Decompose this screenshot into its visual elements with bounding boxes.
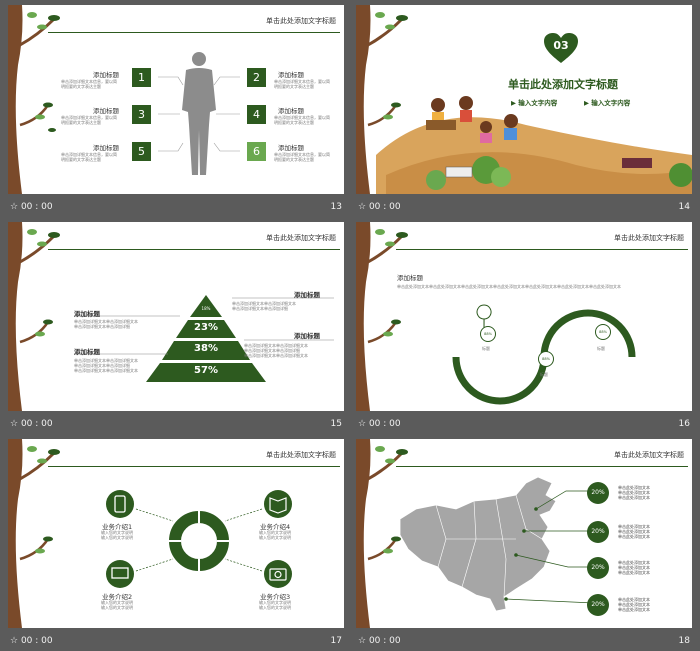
slide-number: 16 (678, 419, 690, 429)
slide-18[interactable]: 单击此处添加文字标题 20% 20% 20% 20% 单击此处添加文本 单击此处添… (356, 439, 692, 628)
footer-time: ☆ 00 : 00 (10, 202, 53, 212)
pin-label: 标题 (540, 372, 548, 377)
pyramid-desc: 单击添加详细文本单击添加详细文本 单击添加详细文本单击添加详细 单击添加详细文本单击… (244, 343, 308, 358)
pyramid-desc: 单击添加详细文本单击添加详细文本 单击添加详细文本单击添加详细 (232, 301, 296, 311)
number-box: 5 (132, 142, 151, 161)
pin-label: 标题 (482, 346, 490, 351)
pyramid-pct: 38% (194, 343, 218, 354)
pin-marker: 88% (538, 351, 554, 367)
slide-footer: ☆ 00 : 00 15 (8, 414, 344, 434)
slide-number: 17 (330, 636, 342, 646)
map-desc: 单击此处添加文本 单击此处添加文本 单击此处添加文本 (618, 485, 650, 500)
slide-14[interactable]: 03 单击此处添加文字标题 ▶ 输入文字内容 ▶ 输入文字内容 (356, 5, 692, 194)
star-icon: ☆ (358, 419, 367, 429)
pct-circle: 20% (587, 594, 609, 616)
slide-number: 13 (330, 202, 342, 212)
number-box: 3 (132, 105, 151, 124)
map-desc: 单击此处添加文本 单击此处添加文本 单击此处添加文本 (618, 524, 650, 539)
pyramid-desc: 单击添加详细文本单击添加详细文本 单击添加详细文本单击添加详细 (74, 319, 138, 329)
pct-circle: 20% (587, 482, 609, 504)
footer-time: ☆ 00 : 00 (10, 636, 53, 646)
pyramid-pct: 57% (194, 365, 218, 376)
businessman-silhouette (182, 52, 216, 175)
pyramid-label: 添加标题 (74, 310, 100, 318)
slide-footer: ☆ 00 : 00 13 (8, 197, 344, 217)
slide-number: 18 (678, 636, 690, 646)
number-box: 1 (132, 68, 151, 87)
wave-diagram (452, 304, 636, 405)
footer-time: ☆ 00 : 00 (358, 636, 401, 646)
footer-time: ☆ 00 : 00 (10, 419, 53, 429)
pyramid-desc: 单击添加详细文本单击添加详细文本 单击添加详细文本单击添加详细 单击添加详细文本单击… (74, 358, 138, 373)
pyramid-pct: 23% (194, 322, 218, 333)
section-number: 03 (553, 39, 569, 52)
pyramid-label: 添加标题 (294, 291, 320, 299)
subtitle-1: ▶ 输入文字内容 (511, 99, 558, 107)
slide-17[interactable]: 单击此处添加文字标题 业务介绍1 输入您的文字说明 输入您的文字说明 业务介绍2 … (8, 439, 344, 628)
star-icon: ☆ (358, 636, 367, 646)
slide-15[interactable]: 单击此处添加文字标题 18% 23% 38% 57% 添加标题 单击添加详细文本… (8, 222, 344, 411)
star-icon: ☆ (10, 636, 19, 646)
connector-lines (158, 76, 240, 152)
number-box: 2 (247, 68, 266, 87)
pin-marker: 88% (595, 324, 611, 340)
star-icon: ☆ (358, 202, 367, 212)
pin-marker: 88% (480, 326, 496, 342)
pyramid-chart (74, 295, 334, 382)
number-box: 6 (247, 142, 266, 161)
pct-circle: 20% (587, 557, 609, 579)
slide-footer: ☆ 00 : 00 14 (356, 197, 692, 217)
star-icon: ☆ (10, 419, 19, 429)
triangle-right-icon: ▶ (584, 99, 589, 107)
footer-time: ☆ 00 : 00 (358, 419, 401, 429)
biz-desc: 输入您的文字说明 输入您的文字说明 (259, 600, 291, 610)
slide-title: 单击此处添加文字标题 (508, 78, 618, 91)
subtitle-2: ▶ 输入文字内容 (584, 99, 631, 107)
pct-circle: 20% (587, 521, 609, 543)
map-desc: 单击此处添加文本 单击此处添加文本 单击此处添加文本 (618, 560, 650, 575)
slide-footer: ☆ 00 : 00 18 (356, 631, 692, 651)
biz-desc: 输入您的文字说明 输入您的文字说明 (259, 530, 291, 540)
slide-footer: ☆ 00 : 00 17 (8, 631, 344, 651)
ring-diagram (106, 490, 292, 588)
pin-label: 标题 (597, 346, 605, 351)
slide-13[interactable]: 单击此处添加文字标题 添加标题 单击添加详细文本信息，要以简 明扼要的文字表达主题… (8, 5, 344, 194)
slide-number: 15 (330, 419, 342, 429)
pyramid-label: 添加标题 (74, 348, 100, 356)
biz-desc: 输入您的文字说明 输入您的文字说明 (101, 600, 133, 610)
biz-desc: 输入您的文字说明 输入您的文字说明 (101, 530, 133, 540)
number-box: 4 (247, 105, 266, 124)
pyramid-pct: 18% (201, 306, 211, 311)
footer-time: ☆ 00 : 00 (358, 202, 401, 212)
slide-16[interactable]: 单击此处添加文字标题 添加标题 单击此处添加文本单击此处添加文本单击此处添加文本… (356, 222, 692, 411)
pyramid-label: 添加标题 (294, 332, 320, 340)
slide-number: 14 (678, 202, 690, 212)
slide-footer: ☆ 00 : 00 16 (356, 414, 692, 434)
triangle-right-icon: ▶ (511, 99, 516, 107)
map-desc: 单击此处添加文本 单击此处添加文本 单击此处添加文本 (618, 597, 650, 612)
star-icon: ☆ (10, 202, 19, 212)
